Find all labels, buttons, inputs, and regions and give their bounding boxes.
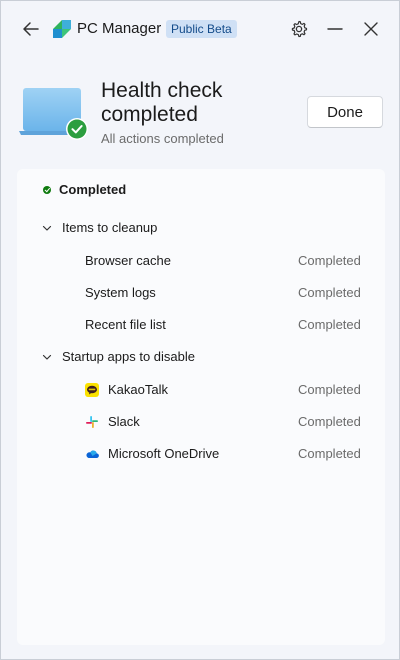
title-bar: PC Manager Public Beta [1, 1, 399, 57]
item-status: Completed [298, 253, 361, 268]
app-title: PC Manager [77, 20, 162, 37]
item-status: Completed [298, 414, 361, 429]
item-status: Completed [298, 317, 361, 332]
close-icon [364, 22, 378, 36]
check-circle-icon [43, 186, 51, 194]
minimize-icon [327, 28, 343, 30]
chevron-down-icon [42, 225, 52, 231]
kakaotalk-icon [85, 383, 99, 397]
group-label: Items to cleanup [62, 220, 158, 235]
public-beta-badge: Public Beta [166, 20, 237, 38]
laptop-check-icon [19, 88, 88, 140]
page-subtitle: All actions completed [101, 131, 224, 146]
item-status: Completed [298, 285, 361, 300]
back-button[interactable] [19, 17, 43, 41]
back-arrow-icon [23, 22, 39, 36]
status-label: Completed [59, 182, 127, 197]
list-item-recent-file-list: Recent file list [85, 317, 166, 332]
chevron-down-icon [42, 354, 52, 360]
page-title: Health check completed [101, 79, 223, 126]
pc-manager-logo-icon [53, 20, 71, 38]
pc-manager-window: PC Manager Public Beta Health check comp… [0, 0, 400, 660]
item-status: Completed [298, 446, 361, 461]
group-items-to-cleanup[interactable]: Items to cleanup [41, 219, 181, 237]
list-item-browser-cache: Browser cache [85, 253, 171, 268]
group-startup-apps-to-disable[interactable]: Startup apps to disable [41, 348, 211, 366]
gear-icon [291, 20, 308, 38]
list-item-slack: Slack [108, 414, 140, 429]
group-label: Startup apps to disable [62, 349, 195, 364]
list-item-microsoft-onedrive: Microsoft OneDrive [108, 446, 220, 461]
slack-icon [86, 416, 98, 428]
settings-button[interactable] [287, 17, 311, 41]
item-status: Completed [298, 382, 361, 397]
list-item-system-logs: System logs [85, 285, 156, 300]
onedrive-icon [86, 450, 99, 459]
done-button[interactable]: Done [307, 96, 383, 128]
results-card [17, 169, 385, 645]
minimize-button[interactable] [323, 17, 347, 41]
list-item-kakaotalk: KakaoTalk [108, 382, 168, 397]
close-button[interactable] [359, 17, 383, 41]
